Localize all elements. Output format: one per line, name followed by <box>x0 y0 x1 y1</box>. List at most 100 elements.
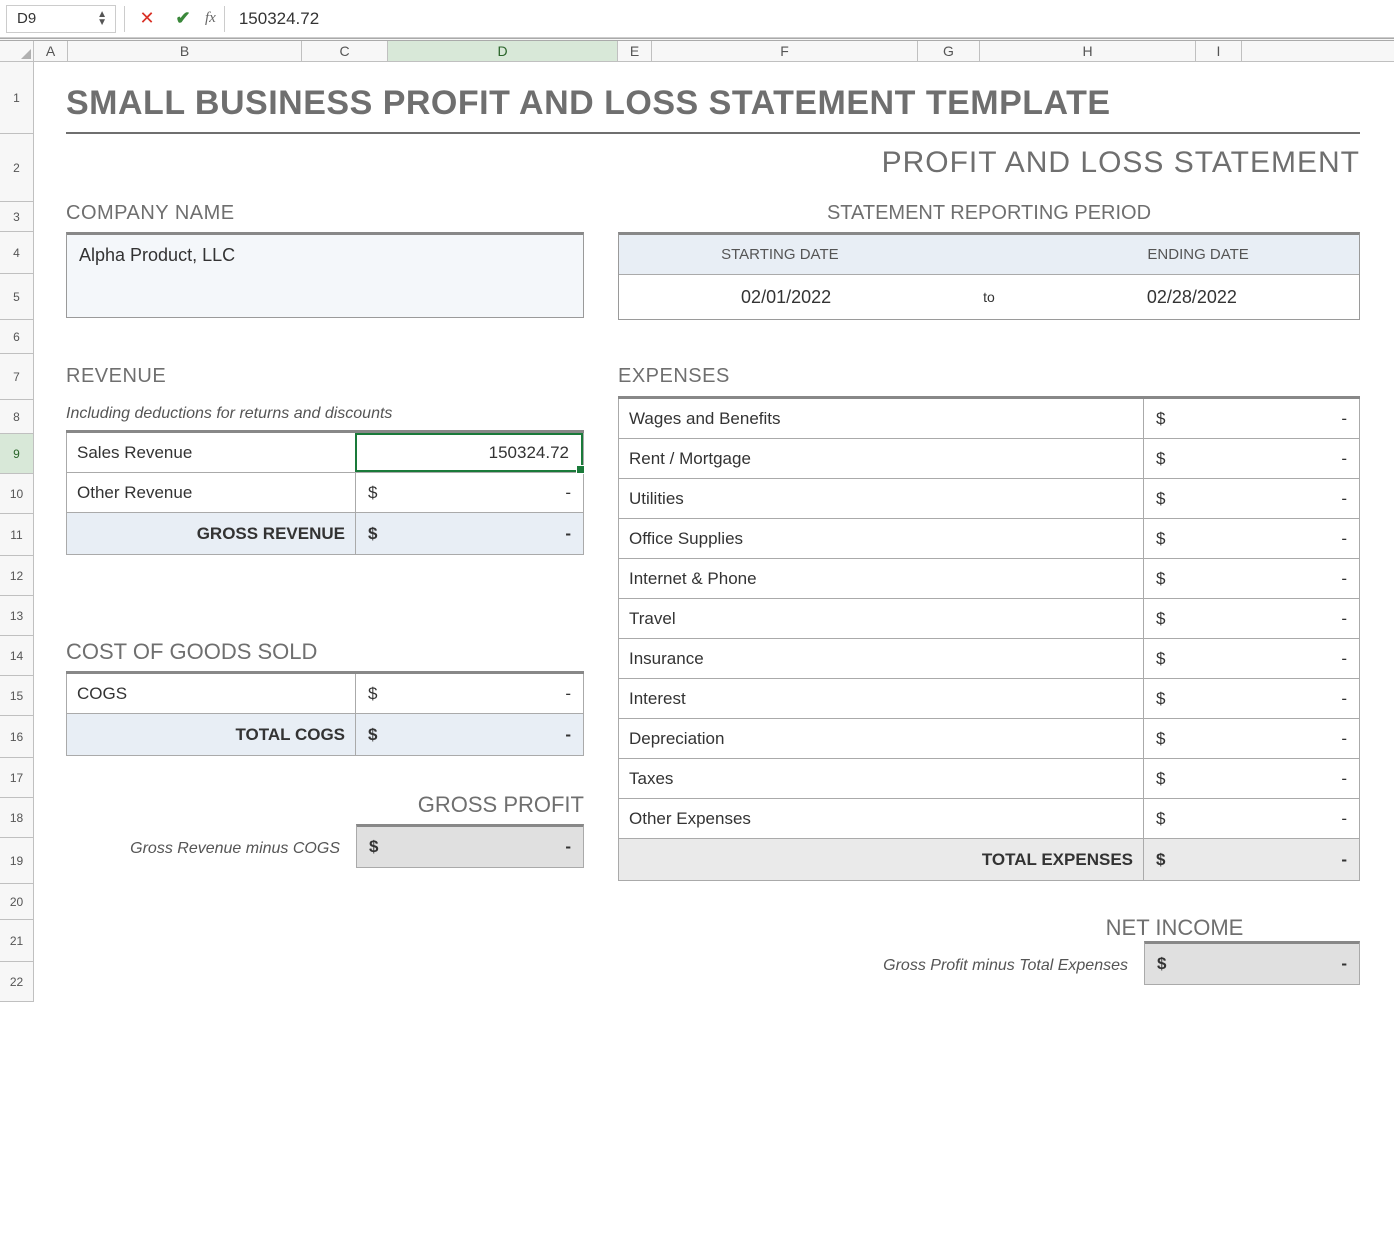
col-header-G[interactable]: G <box>918 41 980 61</box>
total-label: TOTAL COGS <box>67 714 355 755</box>
table-row[interactable]: Other Revenue$- <box>66 473 584 513</box>
currency-symbol: $ <box>1156 850 1165 870</box>
table-row[interactable]: Internet & Phone$- <box>618 559 1360 599</box>
table-row[interactable]: Office Supplies$- <box>618 519 1360 559</box>
table-row[interactable]: Depreciation$- <box>618 719 1360 759</box>
col-header-F[interactable]: F <box>652 41 918 61</box>
total-value-cell[interactable]: $- <box>355 513 583 554</box>
select-all-corner[interactable] <box>0 41 34 61</box>
row-value-cell[interactable]: $- <box>1143 719 1359 758</box>
row-header-2[interactable]: 2 <box>0 134 34 202</box>
ending-date-cell[interactable]: 02/28/2022 <box>1025 275 1359 319</box>
row-header-15[interactable]: 15 <box>0 676 34 716</box>
row-value-cell[interactable]: $- <box>1143 559 1359 598</box>
currency-symbol: $ <box>1156 609 1165 629</box>
row-value-cell[interactable]: $- <box>1143 479 1359 518</box>
table-row[interactable]: Wages and Benefits$- <box>618 399 1360 439</box>
row-header-18[interactable]: 18 <box>0 798 34 838</box>
col-header-B[interactable]: B <box>68 41 302 61</box>
table-row[interactable]: Taxes$- <box>618 759 1360 799</box>
row-value-cell[interactable]: $- <box>1143 519 1359 558</box>
row-header-7[interactable]: 7 <box>0 354 34 400</box>
row-label: Insurance <box>619 639 1143 678</box>
company-name-cell[interactable]: Alpha Product, LLC <box>66 232 584 318</box>
row-value: - <box>1341 449 1347 469</box>
total-value-cell[interactable]: $- <box>355 714 583 755</box>
formula-input[interactable]: 150324.72 <box>233 9 319 29</box>
row-header-22[interactable]: 22 <box>0 962 34 1002</box>
total-row[interactable]: TOTAL EXPENSES$- <box>618 839 1360 881</box>
expenses-table: Wages and Benefits$-Rent / Mortgage$-Uti… <box>618 396 1360 881</box>
row-label: Utilities <box>619 479 1143 518</box>
name-box[interactable]: D9 ▲ ▼ <box>6 5 116 33</box>
table-row[interactable]: Other Expenses$- <box>618 799 1360 839</box>
row-value-cell[interactable]: 150324.72 <box>355 433 583 472</box>
net-income-cell[interactable]: $ - <box>1144 941 1360 985</box>
currency-symbol: $ <box>1157 954 1166 974</box>
col-header-D[interactable]: D <box>388 41 618 61</box>
table-row[interactable]: Travel$- <box>618 599 1360 639</box>
row-value: - <box>1341 809 1347 829</box>
row-value-cell[interactable]: $- <box>355 473 583 512</box>
row-label: Rent / Mortgage <box>619 439 1143 478</box>
row-header-1[interactable]: 1 <box>0 62 34 134</box>
spinner-down-icon[interactable]: ▼ <box>97 19 107 27</box>
starting-date-cell[interactable]: 02/01/2022 <box>619 275 953 319</box>
row-header-4[interactable]: 4 <box>0 232 34 274</box>
net-income-value: - <box>1341 954 1347 974</box>
col-header-E[interactable]: E <box>618 41 652 61</box>
row-value-cell[interactable]: $- <box>1143 439 1359 478</box>
row-header-12[interactable]: 12 <box>0 556 34 596</box>
row-header-10[interactable]: 10 <box>0 474 34 514</box>
row-header-19[interactable]: 19 <box>0 838 34 884</box>
col-header-I[interactable]: I <box>1196 41 1242 61</box>
table-row[interactable]: Insurance$- <box>618 639 1360 679</box>
table-row[interactable]: COGS$- <box>66 674 584 714</box>
fx-label[interactable]: fx <box>205 10 216 27</box>
col-header-A[interactable]: A <box>34 41 68 61</box>
row-value-cell[interactable]: $- <box>1143 679 1359 718</box>
period-spacer <box>941 235 1038 274</box>
row-value-cell[interactable]: $- <box>1143 399 1359 438</box>
total-value: - <box>565 524 571 544</box>
row-header-21[interactable]: 21 <box>0 920 34 962</box>
row-header-8[interactable]: 8 <box>0 400 34 434</box>
table-row[interactable]: Utilities$- <box>618 479 1360 519</box>
row-header-6[interactable]: 6 <box>0 320 34 354</box>
total-row[interactable]: TOTAL COGS$- <box>66 714 584 756</box>
currency-symbol: $ <box>1156 689 1165 709</box>
row-label: Internet & Phone <box>619 559 1143 598</box>
row-header-17[interactable]: 17 <box>0 758 34 798</box>
row-value-cell[interactable]: $- <box>355 674 583 713</box>
table-row[interactable]: Interest$- <box>618 679 1360 719</box>
row-value: - <box>1341 529 1347 549</box>
row-value: - <box>1341 609 1347 629</box>
row-value-cell[interactable]: $- <box>1143 599 1359 638</box>
row-header-9[interactable]: 9 <box>0 434 34 474</box>
row-header-14[interactable]: 14 <box>0 636 34 676</box>
col-header-H[interactable]: H <box>980 41 1196 61</box>
col-header-C[interactable]: C <box>302 41 388 61</box>
row-value-cell[interactable]: $- <box>1143 799 1359 838</box>
gross-profit-cell[interactable]: $ - <box>356 824 584 868</box>
row-header-16[interactable]: 16 <box>0 716 34 758</box>
row-header-11[interactable]: 11 <box>0 514 34 556</box>
row-value-cell[interactable]: $- <box>1143 639 1359 678</box>
table-row[interactable]: Rent / Mortgage$- <box>618 439 1360 479</box>
row-label: Other Revenue <box>67 473 355 512</box>
name-box-spinner[interactable]: ▲ ▼ <box>97 11 107 27</box>
sheet-content[interactable]: SMALL BUSINESS PROFIT AND LOSS STATEMENT… <box>34 62 1394 1002</box>
row-header-13[interactable]: 13 <box>0 596 34 636</box>
row-value-cell[interactable]: $- <box>1143 759 1359 798</box>
row-header-5[interactable]: 5 <box>0 274 34 320</box>
total-value-cell[interactable]: $- <box>1143 839 1359 880</box>
row-label: Depreciation <box>619 719 1143 758</box>
row-header-3[interactable]: 3 <box>0 202 34 232</box>
total-row[interactable]: GROSS REVENUE$- <box>66 513 584 555</box>
currency-symbol: $ <box>1156 449 1165 469</box>
table-row[interactable]: Sales Revenue150324.72 <box>66 433 584 473</box>
enter-button[interactable]: ✔ <box>169 5 197 33</box>
cancel-button[interactable]: ✕ <box>133 5 161 33</box>
active-cell-ref: D9 <box>17 10 36 27</box>
row-header-20[interactable]: 20 <box>0 884 34 920</box>
